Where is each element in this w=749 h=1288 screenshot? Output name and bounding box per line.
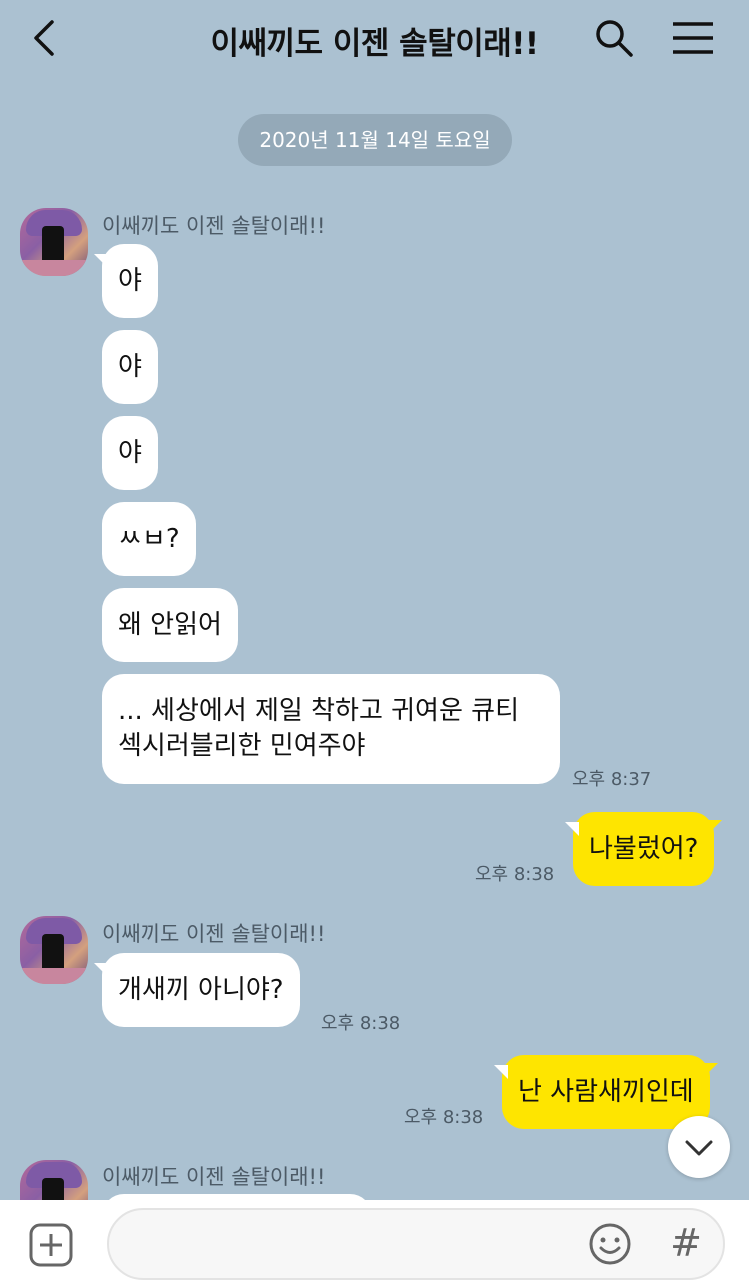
message-bubble[interactable]: 개새끼 아니야? xyxy=(94,953,300,1027)
message-bubble[interactable]: ... 세상에서 제일 착하고 귀여운 큐티 섹시러블리한 민여주야 xyxy=(102,674,560,784)
sender-name: 이쌔끼도 이젠 솔탈이래!! xyxy=(102,1165,326,1189)
message-bubble[interactable]: 야 xyxy=(102,416,158,490)
hamburger-menu-icon xyxy=(673,22,713,54)
chat-header: 이쌔끼도 이젠 솔탈이래!! xyxy=(0,0,749,80)
chat-area: 이쌔끼도 이젠 솔탈이래!! 2020년 11월 14일 토요일 이쌔끼도 이젠… xyxy=(0,0,749,1200)
message-bubble[interactable]: 왜 안읽어 xyxy=(102,588,238,662)
chat-title: 이쌔끼도 이젠 솔탈이래!! xyxy=(210,26,539,62)
my-message-bubble[interactable]: 나불렀어? xyxy=(564,812,723,886)
date-divider: 2020년 11월 14일 토요일 xyxy=(238,114,512,166)
message-time: 오후 8:37 xyxy=(572,769,652,790)
smiley-icon xyxy=(589,1223,631,1265)
message-line: 섹시러블리한 민여주야 xyxy=(118,731,366,761)
message-time: 오후 8:38 xyxy=(321,1013,401,1034)
message-time: 오후 8:38 xyxy=(404,1107,484,1128)
sender-name: 이쌔끼도 이젠 솔탈이래!! xyxy=(102,214,326,238)
emoji-button[interactable] xyxy=(588,1222,632,1266)
avatar[interactable] xyxy=(20,208,88,276)
message-bubble[interactable]: 야 xyxy=(94,244,158,318)
message-input[interactable] xyxy=(107,1208,725,1280)
scroll-to-bottom-button[interactable] xyxy=(668,1116,730,1178)
message-bubble[interactable]: 야 xyxy=(102,330,158,404)
message-time: 오후 8:38 xyxy=(475,864,555,885)
message-line: ... 세상에서 제일 착하고 귀여운 큐티 xyxy=(118,696,519,726)
plus-square-icon xyxy=(29,1223,73,1267)
message-input-bar: # xyxy=(0,1200,749,1288)
menu-button[interactable] xyxy=(670,18,716,58)
sender-name: 이쌔끼도 이젠 솔탈이래!! xyxy=(102,922,326,946)
message-bubble[interactable]: ㅆㅂ? xyxy=(102,502,196,576)
attach-button[interactable] xyxy=(28,1222,74,1268)
avatar[interactable] xyxy=(20,1160,88,1200)
search-button[interactable] xyxy=(592,16,636,60)
search-icon xyxy=(596,20,633,57)
avatar[interactable] xyxy=(20,916,88,984)
chevron-down-icon xyxy=(685,1140,713,1156)
hashtag-search-button[interactable]: # xyxy=(666,1220,706,1266)
